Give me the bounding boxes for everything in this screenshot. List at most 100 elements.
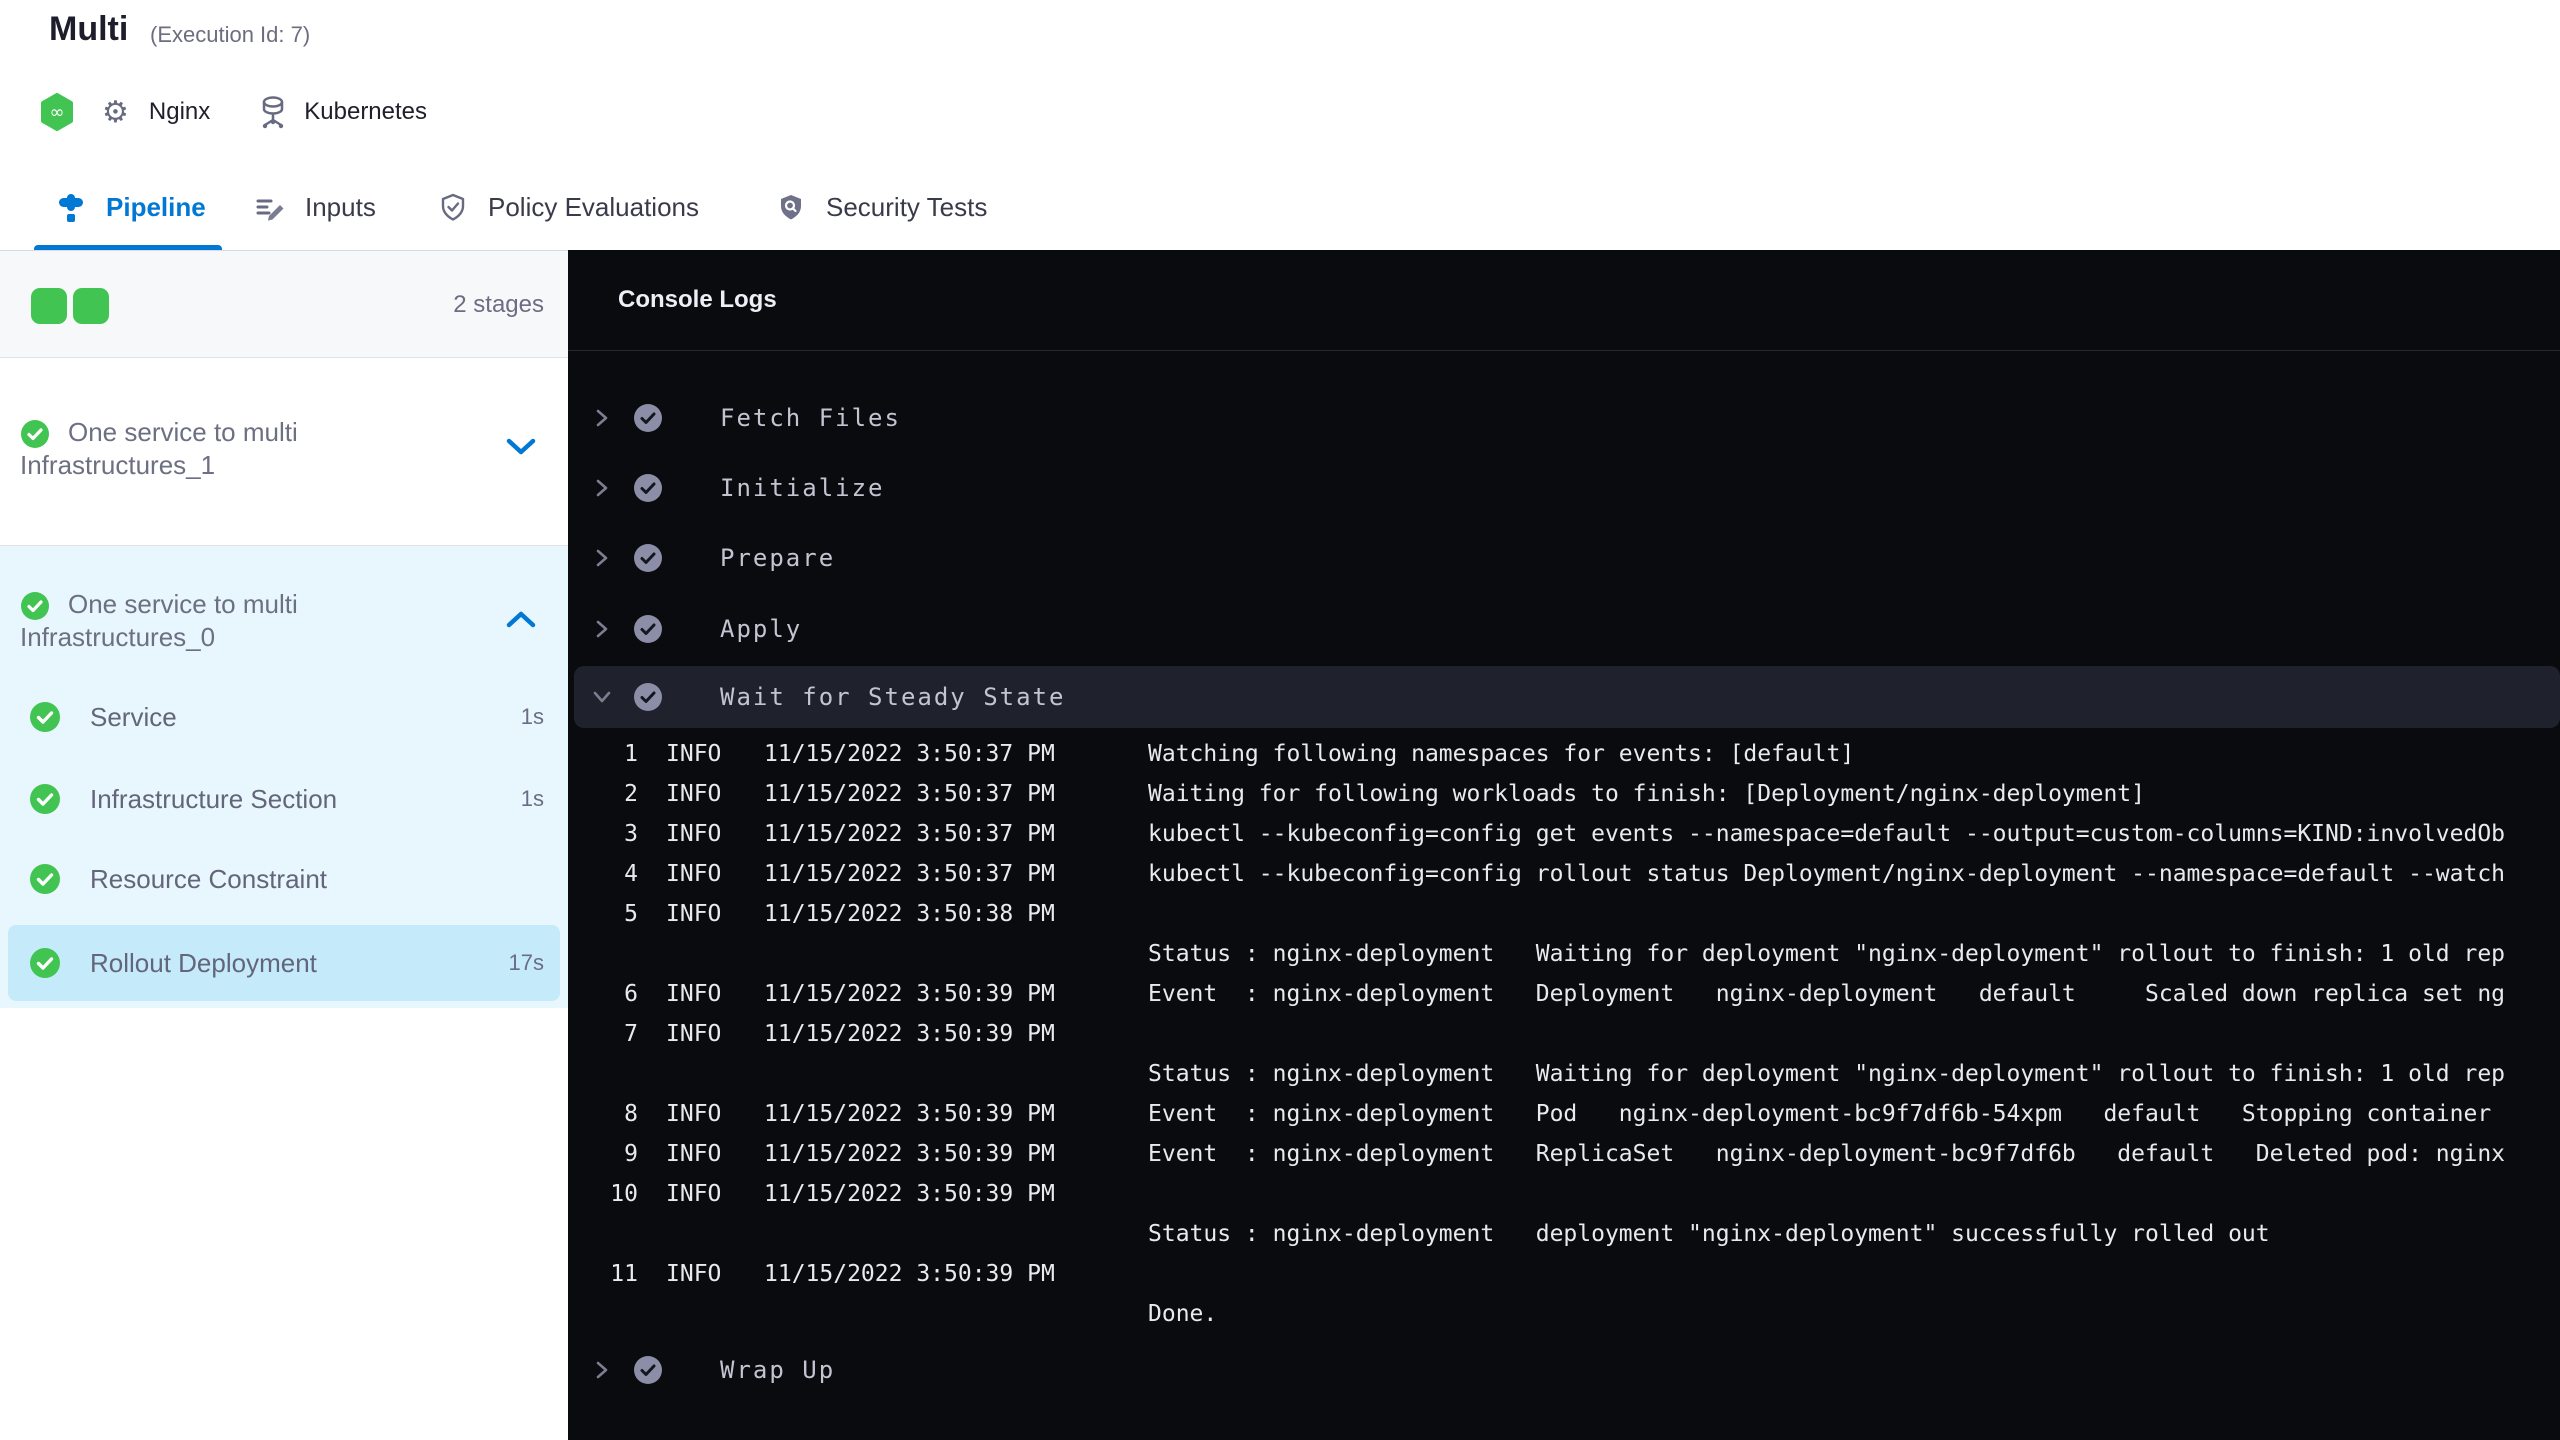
log-line: 9 INFO 11/15/2022 3:50:39 PM Event : nginx-… xyxy=(568,1134,2560,1174)
step-item-infrastructure-section[interactable]: Infrastructure Section 1s xyxy=(8,761,560,837)
log-line-number: 10 xyxy=(610,1181,638,1207)
log-line: 10 INFO 11/15/2022 3:50:39 PM xyxy=(568,1174,2560,1214)
tab-inputs[interactable]: Inputs xyxy=(255,165,376,250)
stage-name: One service to multi Infrastructures_1 xyxy=(20,417,298,480)
tab-security-tests[interactable]: Security Tests xyxy=(776,165,987,250)
inputs-icon xyxy=(255,193,285,223)
log-timestamp: 11/15/2022 3:50:38 PM xyxy=(764,901,1055,927)
console-step-wait-for-steady-state[interactable]: Wait for Steady State xyxy=(574,666,2560,728)
log-level: INFO xyxy=(666,1181,722,1207)
check-circle-icon xyxy=(634,683,662,711)
chevron-right-icon[interactable] xyxy=(592,619,612,639)
log-level: INFO xyxy=(666,781,722,807)
log-line: Status : nginx-deployment Waiting for de… xyxy=(568,934,2560,974)
step-name: Infrastructure Section xyxy=(90,783,338,814)
log-line-number: 6 xyxy=(624,981,638,1007)
console-step-wrap-up[interactable]: Wrap Up xyxy=(574,1342,2560,1398)
log-level: INFO xyxy=(666,741,722,767)
log-line-number: 2 xyxy=(624,781,638,807)
divider xyxy=(568,350,2560,351)
header-meta: ∞ ⚙ Nginx Kubernetes xyxy=(40,90,427,134)
log-message: kubectl --kubeconfig=config rollout stat… xyxy=(1148,861,2506,887)
console-step-fetch-files[interactable]: Fetch Files xyxy=(574,390,2560,446)
log-line-number: 11 xyxy=(610,1261,638,1287)
execution-id: (Execution Id: 7) xyxy=(150,22,311,47)
chevron-down-icon[interactable] xyxy=(506,438,536,456)
stage-card-infrastructures-1[interactable]: One service to multi Infrastructures_1 xyxy=(0,358,568,546)
tab-policy-evaluations[interactable]: Policy Evaluations xyxy=(438,165,699,250)
log-line-number: 5 xyxy=(624,901,638,927)
log-timestamp: 11/15/2022 3:50:37 PM xyxy=(764,861,1055,887)
log-line: 8 INFO 11/15/2022 3:50:39 PM Event : nginx-… xyxy=(568,1094,2560,1134)
log-line-number: 4 xyxy=(624,861,638,887)
svg-text:∞: ∞ xyxy=(50,102,65,123)
log-line: 11 INFO 11/15/2022 3:50:39 PM xyxy=(568,1254,2560,1294)
log-level: INFO xyxy=(666,1141,722,1167)
cd-module-icon: ∞ xyxy=(40,93,74,131)
stage-status-square[interactable] xyxy=(73,288,109,324)
chevron-right-icon[interactable] xyxy=(592,1360,612,1380)
log-timestamp: 11/15/2022 3:50:39 PM xyxy=(764,1181,1055,1207)
console-step-name: Initialize xyxy=(720,474,885,502)
log-line: Status : nginx-deployment Waiting for de… xyxy=(568,1054,2560,1094)
console-logs-title: Console Logs xyxy=(618,286,777,313)
step-duration: 1s xyxy=(520,786,544,811)
step-name: Rollout Deployment xyxy=(90,947,317,978)
log-line: 4 INFO 11/15/2022 3:50:37 PM kubectl --kube… xyxy=(568,854,2560,894)
console-step-name: Fetch Files xyxy=(720,404,901,432)
log-message: Event : nginx-deployment Deployment ngin… xyxy=(1148,981,2506,1007)
log-line: 7 INFO 11/15/2022 3:50:39 PM xyxy=(568,1014,2560,1054)
console-step-prepare[interactable]: Prepare xyxy=(574,530,2560,586)
log-timestamp: 11/15/2022 3:50:37 PM xyxy=(764,821,1055,847)
log-level: INFO xyxy=(666,901,722,927)
step-duration: 17s xyxy=(508,950,544,975)
console-step-name: Apply xyxy=(720,615,803,643)
log-timestamp: 11/15/2022 3:50:37 PM xyxy=(764,741,1055,767)
log-line: 3 INFO 11/15/2022 3:50:37 PM kubectl --kube… xyxy=(568,814,2560,854)
chevron-up-icon[interactable] xyxy=(506,610,536,628)
log-line: 2 INFO 11/15/2022 3:50:37 PM Waiting for fo… xyxy=(568,774,2560,814)
success-check-icon xyxy=(30,702,60,732)
pipeline-icon xyxy=(56,193,86,223)
chevron-down-icon[interactable] xyxy=(592,687,612,707)
page-title: Multi xyxy=(49,10,129,48)
app: Multi (Execution Id: 7) ∞ ⚙ Nginx Kubern… xyxy=(0,0,2560,1440)
log-level: INFO xyxy=(666,1101,722,1127)
log-message: Status : nginx-deployment Waiting for de… xyxy=(1148,941,2506,967)
security-tests-icon xyxy=(776,193,806,223)
stage-status-square[interactable] xyxy=(31,288,67,324)
log-level: INFO xyxy=(666,1261,722,1287)
log-timestamp: 11/15/2022 3:50:39 PM xyxy=(764,981,1055,1007)
log-message: kubectl --kubeconfig=config get events -… xyxy=(1148,821,2506,847)
log-line: 1 INFO 11/15/2022 3:50:37 PM Watching follo… xyxy=(568,734,2560,774)
log-line-number: 1 xyxy=(624,741,638,767)
tab-label: Pipeline xyxy=(106,192,206,222)
step-item-rollout-deployment[interactable]: Rollout Deployment 17s xyxy=(8,925,560,1001)
log-level: INFO xyxy=(666,861,722,887)
check-circle-icon xyxy=(634,544,662,572)
log-level: INFO xyxy=(666,981,722,1007)
chevron-right-icon[interactable] xyxy=(592,548,612,568)
log-line-number: 8 xyxy=(624,1101,638,1127)
check-circle-icon xyxy=(634,1356,662,1384)
chevron-right-icon[interactable] xyxy=(592,478,612,498)
gear-icon: ⚙ xyxy=(102,95,129,129)
step-item-resource-constraint[interactable]: Resource Constraint xyxy=(8,841,560,917)
tab-label: Security Tests xyxy=(826,192,988,222)
header: Multi (Execution Id: 7) ∞ ⚙ Nginx Kubern… xyxy=(0,0,2560,165)
stage-card-infrastructures-0[interactable]: One service to multi Infrastructures_0 S… xyxy=(0,546,568,1008)
tab-pipeline[interactable]: Pipeline xyxy=(34,165,222,250)
chevron-right-icon[interactable] xyxy=(592,408,612,428)
console-step-initialize[interactable]: Initialize xyxy=(574,460,2560,516)
log-message: Watching following namespaces for events… xyxy=(1148,741,1855,767)
log-line-number: 7 xyxy=(624,1021,638,1047)
step-name: Resource Constraint xyxy=(90,863,327,894)
log-message: Waiting for following workloads to finis… xyxy=(1148,781,2145,807)
console-step-apply[interactable]: Apply xyxy=(574,601,2560,657)
console-step-name: Wrap Up xyxy=(720,1356,836,1384)
log-line: 5 INFO 11/15/2022 3:50:38 PM xyxy=(568,894,2560,934)
log-message: Done. xyxy=(1148,1301,1218,1327)
step-item-service[interactable]: Service 1s xyxy=(8,679,560,755)
log-timestamp: 11/15/2022 3:50:37 PM xyxy=(764,781,1055,807)
success-check-icon xyxy=(30,784,60,814)
